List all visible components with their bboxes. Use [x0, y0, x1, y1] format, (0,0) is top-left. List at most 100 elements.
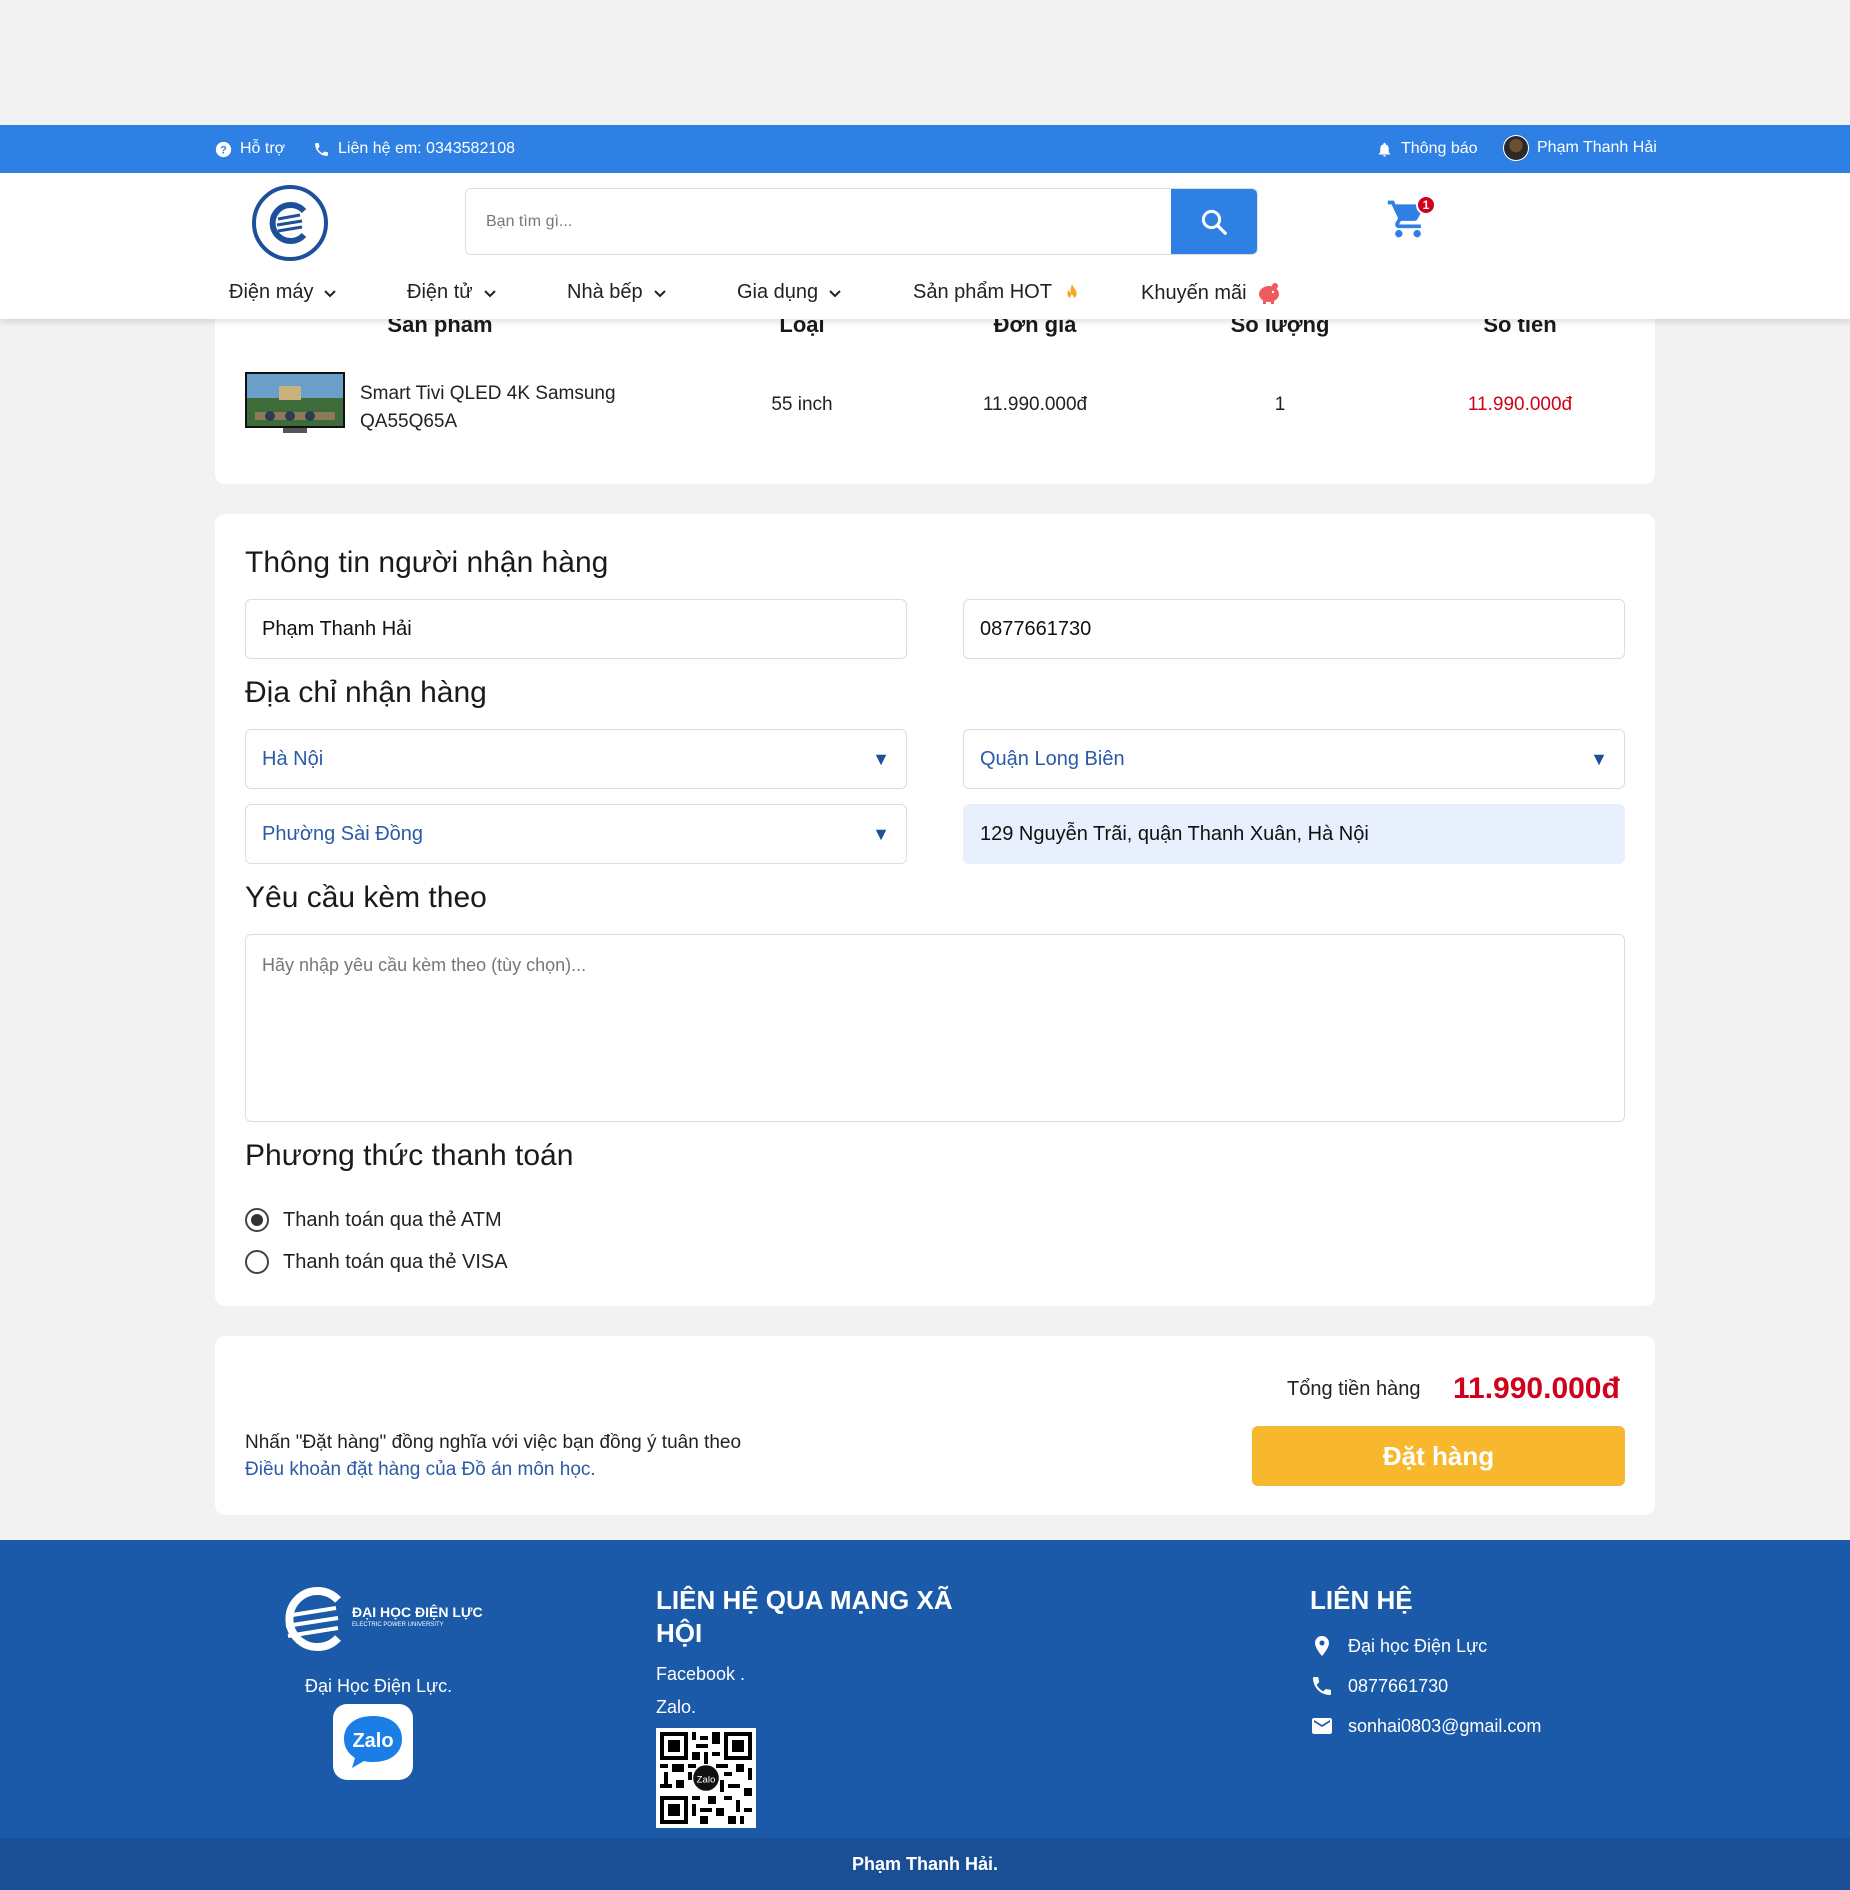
- nav-item-nha-bep[interactable]: Nhà bếp: [567, 281, 668, 304]
- nav-label: Điện tử: [407, 281, 473, 303]
- user-menu[interactable]: Phạm Thanh Hải: [1503, 135, 1657, 161]
- district-select[interactable]: Quận Long Biên ▼: [963, 729, 1625, 789]
- notifications-label: Thông báo: [1401, 140, 1478, 157]
- nav-item-gia-dung[interactable]: Gia dụng: [737, 281, 843, 304]
- avatar: [1503, 135, 1529, 161]
- payment-option-label: Thanh toán qua thẻ ATM: [283, 1208, 502, 1231]
- svg-text:Zalo: Zalo: [697, 1774, 716, 1785]
- contact-phone-text: 0877661730: [1348, 1675, 1449, 1696]
- contact-phone[interactable]: 0877661730: [1310, 1674, 1448, 1698]
- product-amount: 11.990.000đ: [1467, 394, 1573, 415]
- ward-select[interactable]: Phường Sài Đồng ▼: [245, 804, 907, 864]
- nav-item-dien-may[interactable]: Điện máy: [229, 281, 338, 304]
- total-value: 11.990.000đ: [1453, 1372, 1620, 1405]
- notifications-link[interactable]: Thông báo: [1376, 140, 1478, 158]
- contact-phone-link[interactable]: Liên hệ em: 0343582108: [313, 140, 515, 158]
- chevron-down-icon: [653, 289, 666, 297]
- product-thumbnail[interactable]: [245, 372, 345, 434]
- zalo-app-icon[interactable]: Zalo: [333, 1704, 413, 1780]
- phone-icon: [1313, 1677, 1331, 1695]
- nav-item-dien-tu[interactable]: Điện tử: [407, 281, 498, 304]
- search-icon: [1201, 209, 1227, 235]
- search-input[interactable]: [466, 189, 1171, 254]
- search-button[interactable]: [1171, 189, 1257, 254]
- recipient-phone-field[interactable]: 0877661730: [963, 599, 1625, 659]
- total-label: Tổng tiền hàng: [1287, 1378, 1421, 1400]
- product-name-line2: QA55Q65A: [360, 411, 458, 432]
- fire-icon: [1067, 283, 1077, 299]
- phone-icon: [315, 142, 328, 156]
- chevron-down-icon: [324, 289, 337, 297]
- school-name: Đại Học Điện Lực.: [305, 1676, 453, 1696]
- university-logo-icon: [285, 1587, 341, 1651]
- payment-option-atm[interactable]: Thanh toán qua thẻ ATM: [245, 1208, 502, 1232]
- request-title: Yêu cầu kèm theo: [245, 881, 487, 914]
- logo-text: ĐẠI HỌC ĐIỆN LỰC: [352, 1604, 483, 1620]
- top-bar: ? Hỗ trợ Liên hệ em: 0343582108 Thông bá…: [0, 125, 1850, 173]
- payment-option-label: Thanh toán qua thẻ VISA: [283, 1250, 508, 1273]
- payment-title: Phương thức thanh toán: [245, 1139, 574, 1172]
- zalo-label: Zalo: [352, 1730, 393, 1752]
- cart-count-badge: 1: [1416, 195, 1436, 215]
- nav-label: Khuyến mãi: [1141, 281, 1247, 304]
- cart-button[interactable]: 1: [1386, 195, 1436, 241]
- nav-label: Điện máy: [229, 281, 314, 303]
- contact-address-text: Đại học Điện Lực: [1348, 1635, 1488, 1656]
- zalo-icon: Zalo: [344, 1716, 402, 1768]
- street-address-field[interactable]: 129 Nguyễn Trãi, quận Thanh Xuân, Hà Nội: [963, 804, 1625, 864]
- product-name[interactable]: Smart Tivi QLED 4K Samsung QA55Q65A: [360, 380, 616, 436]
- nav-label: Nhà bếp: [567, 281, 643, 303]
- terms-link[interactable]: Điều khoản đặt hàng của Đồ án môn học.: [245, 1459, 596, 1481]
- caret-down-icon: ▼: [872, 823, 890, 844]
- province-select[interactable]: Hà Nội ▼: [245, 729, 907, 789]
- copyright-bar: Phạm Thanh Hải.: [0, 1838, 1850, 1890]
- support-link[interactable]: ? Hỗ trợ: [215, 140, 285, 158]
- site-logo[interactable]: [252, 185, 328, 261]
- caret-down-icon: ▼: [872, 748, 890, 769]
- mail-icon: [1312, 1718, 1332, 1734]
- cart-table: Sản phẩm Loại Đơn giá Số lượng Số tiền S…: [215, 290, 1655, 484]
- contact-address: Đại học Điện Lực: [1310, 1634, 1487, 1658]
- nav-label: Gia dụng: [737, 281, 819, 303]
- site-header: 1 Điện máy Điện tử Nhà bếp Gia dụng Sản …: [0, 173, 1850, 319]
- site-footer: ĐẠI HỌC ĐIỆN LỰC ELECTRIC POWER UNIVERSI…: [0, 1540, 1850, 1838]
- contact-email[interactable]: sonhai0803@gmail.com: [1310, 1714, 1541, 1738]
- logo-subtext: ELECTRIC POWER UNIVERSITY: [352, 1622, 444, 1628]
- contact-email-text: sonhai0803@gmail.com: [1348, 1715, 1542, 1736]
- facebook-link[interactable]: Facebook .: [656, 1664, 745, 1685]
- caret-down-icon: ▼: [1590, 748, 1608, 769]
- chevron-down-icon: [829, 289, 841, 297]
- social-title: LIÊN HỆ QUA MẠNG XÃ HỘI: [656, 1585, 953, 1648]
- zalo-link[interactable]: Zalo.: [656, 1697, 696, 1718]
- request-textarea[interactable]: Hãy nhập yêu cầu kèm theo (tùy chọn)...: [245, 934, 1625, 1122]
- location-pin-icon: [1315, 1636, 1329, 1656]
- payment-option-visa[interactable]: Thanh toán qua thẻ VISA: [245, 1250, 508, 1274]
- qr-code-icon: Zalo: [660, 1732, 752, 1824]
- search-box: [465, 188, 1258, 255]
- province-value: Hà Nội: [262, 747, 324, 770]
- svg-text:?: ?: [220, 144, 227, 156]
- help-icon: ?: [215, 141, 232, 157]
- ward-value: Phường Sài Đồng: [262, 822, 424, 845]
- chevron-down-icon: [483, 289, 496, 297]
- product-name-line1: Smart Tivi QLED 4K Samsung: [360, 383, 616, 404]
- product-type: 55 inch: [771, 394, 833, 415]
- order-summary: Tổng tiền hàng 11.990.000đ Nhấn "Đặt hàn…: [215, 1336, 1655, 1515]
- nav-item-san-pham-hot[interactable]: Sản phẩm HOT: [913, 281, 1083, 304]
- radio-selected[interactable]: [245, 1208, 269, 1232]
- contact-title: LIÊN HỆ: [1310, 1585, 1413, 1615]
- bell-icon: [1378, 142, 1391, 157]
- radio-unselected[interactable]: [245, 1250, 269, 1274]
- nav-label: Sản phẩm HOT: [913, 281, 1052, 303]
- nav-item-khuyen-mai[interactable]: Khuyến mãi: [1141, 281, 1282, 305]
- recipient-name-field[interactable]: Phạm Thanh Hải: [245, 599, 907, 659]
- place-order-button[interactable]: Đặt hàng: [1252, 1426, 1625, 1486]
- footer-logo[interactable]: ĐẠI HỌC ĐIỆN LỰC ELECTRIC POWER UNIVERSI…: [280, 1586, 483, 1652]
- support-label: Hỗ trợ: [240, 140, 286, 157]
- tv-image: [245, 372, 345, 433]
- product-unit-price: 11.990.000đ: [982, 394, 1088, 415]
- user-name: Phạm Thanh Hải: [1537, 139, 1657, 156]
- address-title: Địa chỉ nhận hàng: [245, 676, 487, 709]
- contact-label: Liên hệ em: 0343582108: [338, 140, 516, 157]
- zalo-qr-code[interactable]: Zalo: [656, 1728, 756, 1828]
